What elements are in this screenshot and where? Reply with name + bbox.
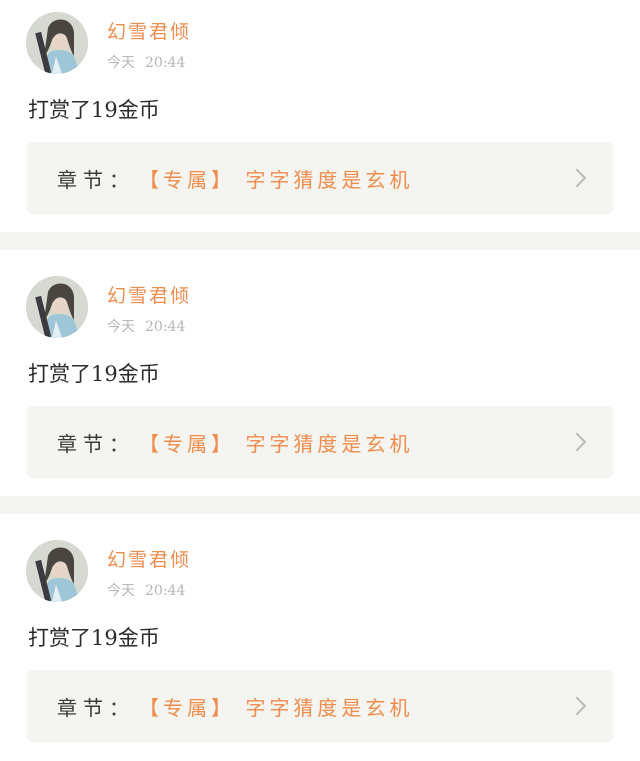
timestamp: 今天 20:44 xyxy=(107,52,185,72)
chevron-right-icon xyxy=(575,696,587,716)
timestamp: 今天 20:44 xyxy=(107,580,185,600)
chapter-title: 【专属】 字字猜度是玄机 xyxy=(139,696,414,720)
avatar-image xyxy=(26,540,88,602)
time-label: 20:44 xyxy=(145,55,186,71)
chapter-link[interactable]: 章节： 【专属】 字字猜度是玄机 xyxy=(27,670,613,742)
avatar[interactable] xyxy=(26,12,88,74)
chevron-right-icon xyxy=(575,168,587,188)
username[interactable]: 幻雪君倾 xyxy=(107,545,191,572)
chapter-title: 【专属】 字字猜度是玄机 xyxy=(139,168,414,192)
chevron-right-icon xyxy=(575,432,587,452)
avatar[interactable] xyxy=(26,540,88,602)
avatar-image xyxy=(26,12,88,74)
reward-text: 打赏了19金币 xyxy=(28,626,160,650)
reward-text: 打赏了19金币 xyxy=(28,98,160,122)
reward-text: 打赏了19金币 xyxy=(28,362,160,386)
avatar[interactable] xyxy=(26,276,88,338)
reward-item: 幻雪君倾 今天 20:44 打赏了19金币 章节： 【专属】 字字猜度是玄机 xyxy=(0,250,640,496)
chapter-title: 【专属】 字字猜度是玄机 xyxy=(139,432,414,456)
time-label: 20:44 xyxy=(145,319,186,335)
reward-item: 幻雪君倾 今天 20:44 打赏了19金币 章节： 【专属】 字字猜度是玄机 xyxy=(0,0,640,232)
username[interactable]: 幻雪君倾 xyxy=(107,281,191,308)
chapter-prefix: 章节： xyxy=(57,432,135,456)
avatar-image xyxy=(26,276,88,338)
chapter-prefix: 章节： xyxy=(57,168,135,192)
chapter-link[interactable]: 章节： 【专属】 字字猜度是玄机 xyxy=(27,142,613,214)
date-label: 今天 xyxy=(107,55,135,71)
reward-item: 幻雪君倾 今天 20:44 打赏了19金币 章节： 【专属】 字字猜度是玄机 xyxy=(0,514,640,761)
reward-feed: 幻雪君倾 今天 20:44 打赏了19金币 章节： 【专属】 字字猜度是玄机 幻雪… xyxy=(0,0,640,761)
chapter-prefix: 章节： xyxy=(57,696,135,720)
chapter-link[interactable]: 章节： 【专属】 字字猜度是玄机 xyxy=(27,406,613,478)
date-label: 今天 xyxy=(107,583,135,599)
timestamp: 今天 20:44 xyxy=(107,316,185,336)
time-label: 20:44 xyxy=(145,583,186,599)
date-label: 今天 xyxy=(107,319,135,335)
username[interactable]: 幻雪君倾 xyxy=(107,17,191,44)
